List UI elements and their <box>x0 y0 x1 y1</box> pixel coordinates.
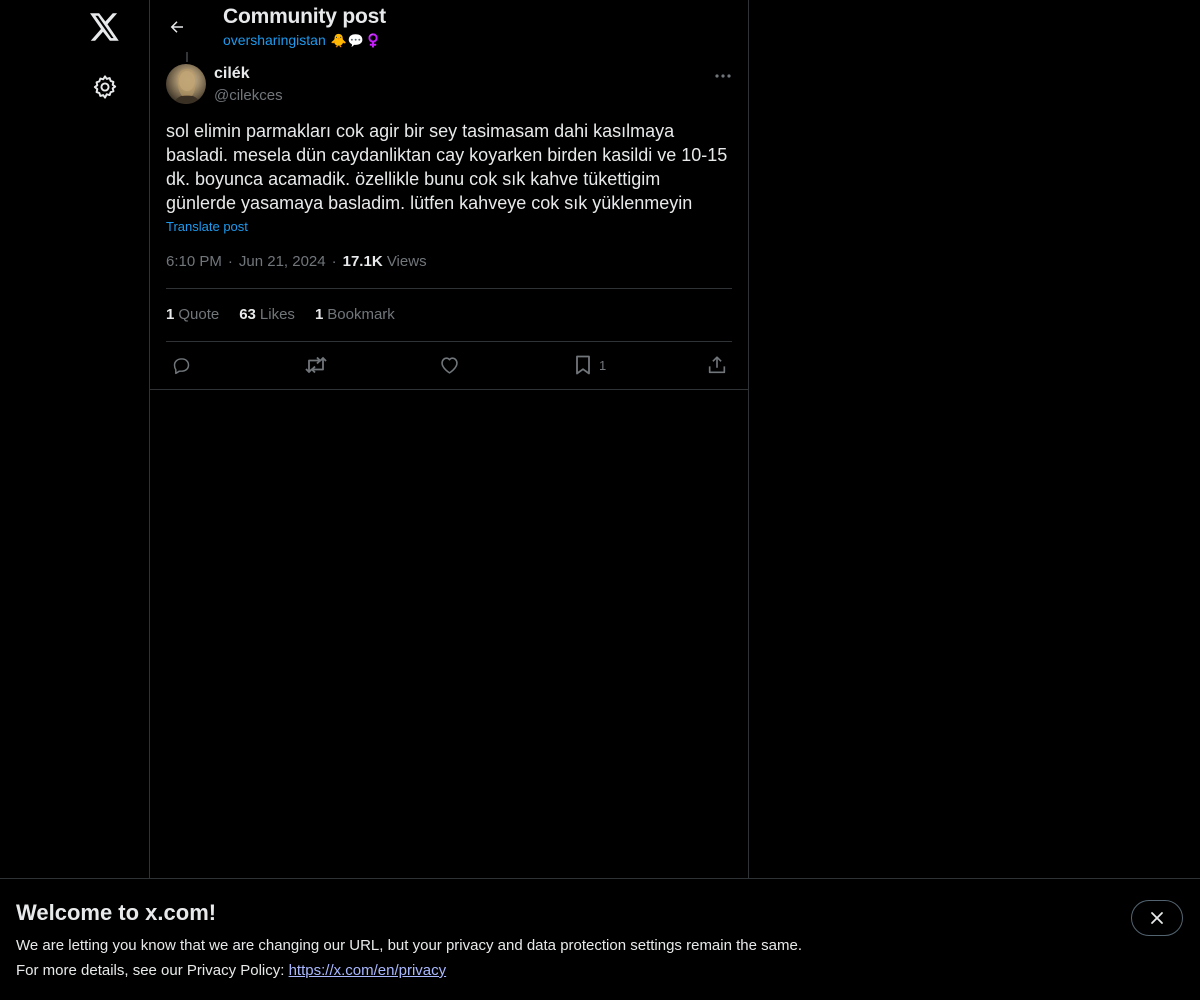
post-time[interactable]: 6:10 PM <box>166 253 222 270</box>
bookmark-icon <box>576 355 590 375</box>
main-column: Community post oversharingistan 🐥 💬 ♀️ c… <box>149 0 749 1000</box>
bookmarks-stat[interactable]: 1 Bookmark <box>315 306 395 323</box>
bookmark-count: 1 <box>599 357 607 373</box>
views-count: 17.1K <box>342 253 383 270</box>
post-meta: 6:10 PM · Jun 21, 2024 · 17.1K Views <box>166 253 427 270</box>
more-options-button[interactable] <box>710 66 736 86</box>
translate-post-link[interactable]: Translate post <box>166 219 248 234</box>
reply-icon <box>173 357 190 374</box>
meta-separator: · <box>227 253 233 270</box>
page-title: Community post <box>223 5 386 28</box>
close-icon <box>1151 912 1163 924</box>
views-label: Views <box>386 253 427 270</box>
thread-connector <box>186 52 188 62</box>
page-header: Community post oversharingistan 🐥 💬 ♀️ <box>150 0 748 56</box>
left-nav <box>0 0 149 1000</box>
like-button[interactable] <box>439 352 460 378</box>
post-text: sol elimin parmakları cok agir bir sey t… <box>166 121 728 213</box>
reply-button[interactable] <box>171 352 192 378</box>
meta-separator: · <box>331 253 337 270</box>
bookmark-button[interactable]: 1 <box>573 352 606 378</box>
share-button[interactable] <box>706 352 728 378</box>
banner-title: Welcome to x.com! <box>16 900 217 925</box>
divider <box>166 288 732 289</box>
likes-label: Likes <box>259 306 295 323</box>
banner-privacy-prefix: For more details, see our Privacy Policy… <box>16 962 289 979</box>
repost-button[interactable] <box>304 352 328 378</box>
quotes-label: Quote <box>178 306 220 323</box>
privacy-policy-link[interactable]: https://x.com/en/privacy <box>289 962 447 979</box>
post-date[interactable]: Jun 21, 2024 <box>239 253 326 270</box>
community-emoji: 🐥 <box>330 32 347 48</box>
community-emojis: 🐥 💬 ♀️ <box>331 33 382 48</box>
banner-privacy-text: For more details, see our Privacy Policy… <box>16 962 446 979</box>
arrow-left-icon <box>170 21 183 33</box>
x-logo-icon[interactable] <box>88 10 122 44</box>
community-emoji: 💬 <box>347 32 365 48</box>
likes-stat[interactable]: 63 Likes <box>239 306 295 323</box>
divider <box>150 389 748 390</box>
share-icon <box>708 356 726 374</box>
action-bar: 1 <box>166 352 732 378</box>
divider <box>166 341 732 342</box>
app-root: Community post oversharingistan 🐥 💬 ♀️ c… <box>0 0 1200 1000</box>
url-change-banner: Welcome to x.com! We are letting you kno… <box>0 878 1200 1000</box>
post-stats: 1 Quote 63 Likes 1 Bookmark <box>166 306 395 323</box>
quotes-stat[interactable]: 1 Quote <box>166 306 219 323</box>
community-name: oversharingistan <box>223 32 326 48</box>
banner-message: We are letting you know that we are chan… <box>16 937 802 954</box>
community-emoji: ♀️ <box>365 32 382 48</box>
heart-icon <box>441 357 458 374</box>
likes-count: 63 <box>239 306 256 323</box>
ellipsis-icon <box>715 74 731 78</box>
author-handle[interactable]: @cilekces <box>214 87 283 104</box>
avatar[interactable] <box>166 64 206 104</box>
quotes-count: 1 <box>166 306 175 323</box>
gear-icon[interactable] <box>90 72 120 102</box>
banner-close-button[interactable] <box>1131 900 1183 936</box>
author-name[interactable]: cilék <box>214 65 250 83</box>
bookmarks-label: Bookmark <box>327 306 395 323</box>
repost-icon <box>305 356 327 374</box>
back-button[interactable] <box>162 12 192 42</box>
bookmarks-count: 1 <box>314 306 324 323</box>
community-link[interactable]: oversharingistan 🐥 💬 ♀️ <box>223 32 381 48</box>
